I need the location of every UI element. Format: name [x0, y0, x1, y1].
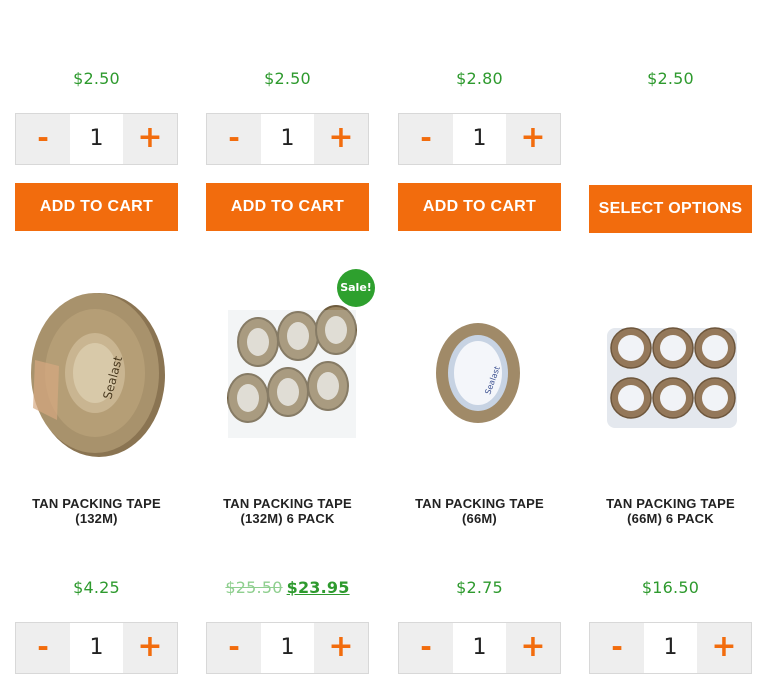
quantity-input[interactable]: 1 — [261, 114, 314, 164]
price: $2.80 — [456, 69, 503, 88]
add-to-cart-button[interactable]: ADD TO CART — [398, 183, 561, 231]
price: $2.50 — [647, 69, 694, 88]
increase-button[interactable]: + — [506, 114, 560, 164]
quantity-stepper: - 1 + — [15, 113, 178, 165]
add-to-cart-button[interactable]: ADD TO CART — [15, 183, 178, 231]
increase-button[interactable]: + — [697, 623, 751, 673]
decrease-button[interactable]: - — [207, 114, 261, 164]
increase-button[interactable]: + — [123, 114, 177, 164]
increase-button[interactable]: + — [314, 114, 368, 164]
quantity-stepper: - 1 + — [206, 622, 369, 674]
quantity-stepper: - 1 + — [398, 622, 561, 674]
product-title[interactable]: TAN PACKING TAPE (66M) 6 PACK — [589, 496, 752, 526]
price: $2.50 — [73, 69, 120, 88]
quantity-stepper: - 1 + — [398, 113, 561, 165]
increase-button[interactable]: + — [314, 623, 368, 673]
product-image[interactable]: Sealast — [398, 280, 561, 470]
product-title[interactable]: TAN PACKING TAPE (132M) — [15, 496, 178, 526]
tape-roll-image: Sealast — [31, 293, 165, 457]
increase-button[interactable]: + — [123, 623, 177, 673]
add-to-cart-button[interactable]: ADD TO CART — [206, 183, 369, 231]
price: $16.50 — [641, 578, 700, 597]
quantity-input[interactable]: 1 — [453, 114, 506, 164]
decrease-button[interactable]: - — [399, 114, 453, 164]
select-options-button[interactable]: SELECT OPTIONS — [589, 185, 752, 233]
price: $4.25 — [73, 578, 120, 597]
quantity-input[interactable]: 1 — [644, 623, 697, 673]
quantity-stepper: - 1 + — [15, 622, 178, 674]
quantity-input[interactable]: 1 — [70, 623, 123, 673]
price: $2.50 — [264, 69, 311, 88]
product-title[interactable]: TAN PACKING TAPE (132M) 6 PACK — [206, 496, 369, 526]
decrease-button[interactable]: - — [207, 623, 261, 673]
product-image[interactable] — [589, 280, 752, 470]
product-title[interactable]: TAN PACKING TAPE (66M) — [398, 496, 561, 526]
decrease-button[interactable]: - — [590, 623, 644, 673]
tape-six-pack-image — [227, 305, 357, 438]
sale-badge: Sale! — [337, 269, 375, 307]
quantity-input[interactable]: 1 — [453, 623, 506, 673]
decrease-button[interactable]: - — [16, 114, 70, 164]
increase-button[interactable]: + — [506, 623, 560, 673]
old-price: $25.50 — [225, 578, 283, 597]
quantity-stepper: - 1 + — [206, 113, 369, 165]
decrease-button[interactable]: - — [399, 623, 453, 673]
price: $2.75 — [456, 578, 503, 597]
quantity-stepper: - 1 + — [589, 622, 752, 674]
tape-six-pack-image — [607, 327, 737, 428]
price: $25.50 $23.95 — [206, 578, 369, 597]
product-image[interactable] — [206, 280, 369, 470]
sale-price: $23.95 — [286, 578, 350, 597]
quantity-input[interactable]: 1 — [261, 623, 314, 673]
product-image[interactable]: Sealast — [15, 280, 178, 470]
quantity-input[interactable]: 1 — [70, 114, 123, 164]
tape-roll-image: Sealast — [436, 323, 520, 423]
decrease-button[interactable]: - — [16, 623, 70, 673]
